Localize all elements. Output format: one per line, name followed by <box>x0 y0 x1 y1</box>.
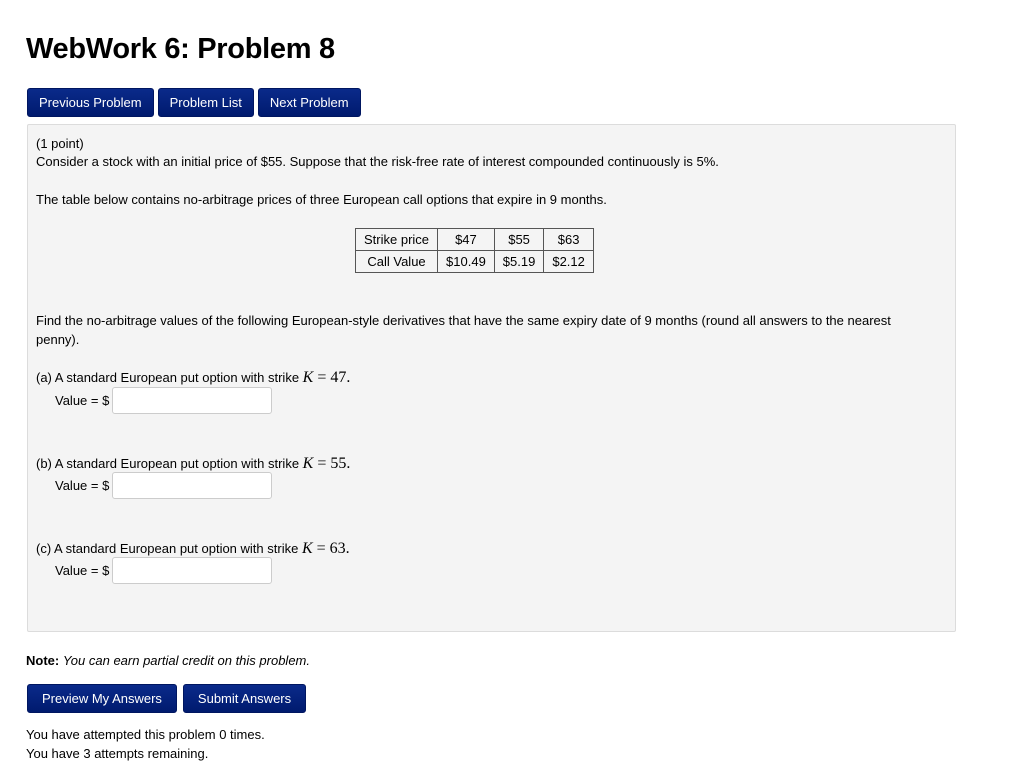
part-c-question: (c) A standard European put option with … <box>36 540 350 558</box>
instructions-line-1: Find the no-arbitrage values of the foll… <box>36 313 891 328</box>
table-cell: $47 <box>437 228 495 251</box>
problem-body: (1 point) Consider a stock with an initi… <box>27 124 956 632</box>
part-b-math: K = 55. <box>303 455 351 472</box>
submit-answers-button[interactable]: Submit Answers <box>182 684 307 713</box>
next-problem-button[interactable]: Next Problem <box>257 88 361 117</box>
table-intro: The table below contains no-arbitrage pr… <box>36 192 607 207</box>
note-label: Note: <box>26 653 60 668</box>
part-a-answer-input[interactable] <box>112 387 273 414</box>
attempts-made-text: You have attempted this problem 0 times. <box>26 727 265 742</box>
part-a-math: K = 47. <box>303 369 351 386</box>
part-a-label: (a) A standard European put option with … <box>36 370 300 385</box>
note-text: You can earn partial credit on this prob… <box>62 653 310 668</box>
problem-list-button[interactable]: Problem List <box>157 88 254 117</box>
partial-credit-note: Note: You can earn partial credit on thi… <box>26 653 310 668</box>
part-c-math: K = 63. <box>302 540 350 557</box>
part-a-answer-row: Value = $ <box>55 387 273 414</box>
part-a-value-label: Value = $ <box>55 393 110 408</box>
problem-intro: Consider a stock with an initial price o… <box>36 154 719 169</box>
part-b-answer-input[interactable] <box>112 472 273 499</box>
part-b-answer-row: Value = $ <box>55 472 273 499</box>
table-cell: $63 <box>543 228 594 251</box>
strike-value: = 47. <box>313 369 351 386</box>
part-c-answer-input[interactable] <box>112 557 273 584</box>
part-a-question: (a) A standard European put option with … <box>36 369 350 387</box>
table-row: Strike price $47 $55 $63 <box>354 228 594 251</box>
part-c-answer-row: Value = $ <box>55 557 273 584</box>
preview-answers-button[interactable]: Preview My Answers <box>27 684 177 713</box>
instructions-line-2: penny). <box>36 332 80 347</box>
table-cell: $2.12 <box>543 250 594 273</box>
page-title: WebWork 6: Problem 8 <box>26 33 335 65</box>
part-b-question: (b) A standard European put option with … <box>36 455 350 473</box>
strike-value: = 63. <box>312 540 350 557</box>
part-b-value-label: Value = $ <box>55 478 110 493</box>
problem-points: (1 point) <box>36 136 84 151</box>
strike-value: = 55. <box>313 455 351 472</box>
part-c-label: (c) A standard European put option with … <box>36 541 299 556</box>
answer-actions: Preview My Answers Submit Answers <box>27 684 307 713</box>
table-cell: $10.49 <box>437 250 495 273</box>
table-row: Call Value $10.49 $5.19 $2.12 <box>354 250 594 273</box>
previous-problem-button[interactable]: Previous Problem <box>27 88 154 117</box>
part-b-label: (b) A standard European put option with … <box>36 456 300 471</box>
table-cell: Strike price <box>354 228 439 251</box>
strike-variable: K <box>302 369 314 386</box>
part-c-value-label: Value = $ <box>55 563 110 578</box>
problem-navigation: Previous Problem Problem List Next Probl… <box>27 88 361 117</box>
strike-variable: K <box>301 540 313 557</box>
strike-variable: K <box>302 455 314 472</box>
table-cell: $55 <box>493 228 545 251</box>
call-options-table: Strike price $47 $55 $63 Call Value $10.… <box>354 228 594 273</box>
table-cell: $5.19 <box>493 250 545 273</box>
attempts-remaining-text: You have 3 attempts remaining. <box>26 746 209 761</box>
table-cell: Call Value <box>354 250 439 273</box>
